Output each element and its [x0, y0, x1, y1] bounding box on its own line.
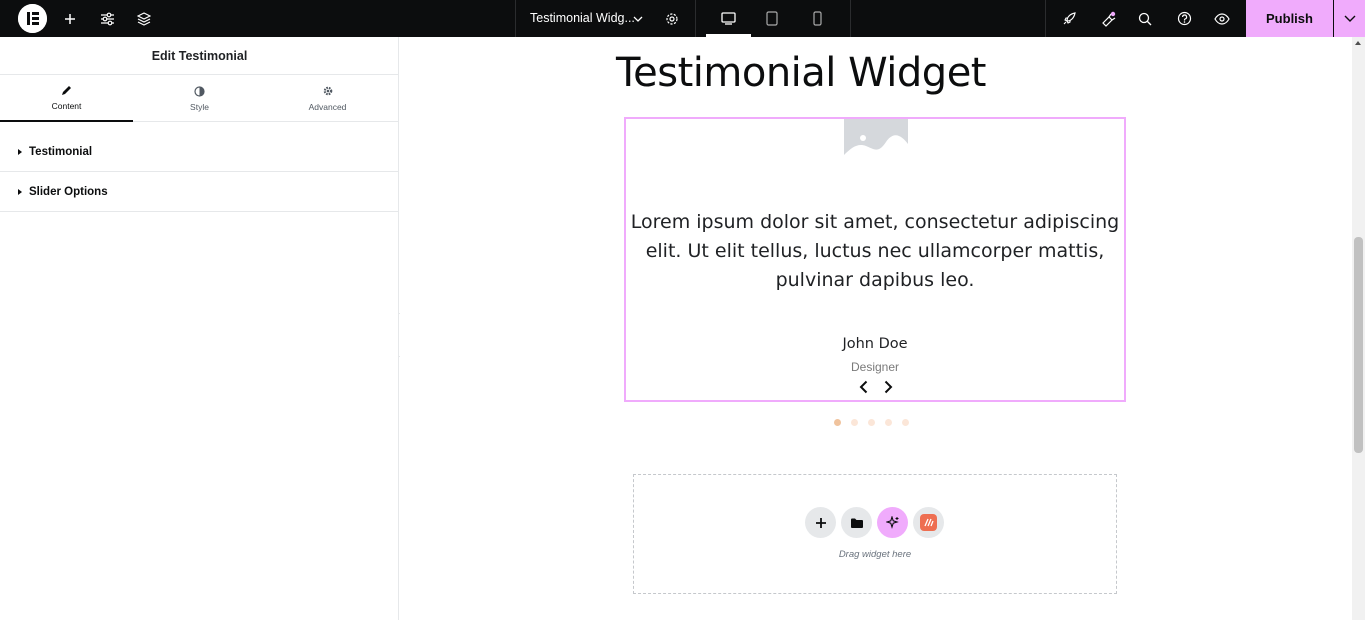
- top-bar: Testimonial Widg... Publish: [0, 0, 1365, 37]
- slider-pagination: [834, 419, 909, 427]
- panel-tabs: Content Style Advanced: [0, 75, 399, 122]
- pencil-icon: [62, 85, 71, 95]
- drop-zone[interactable]: Drag widget here: [633, 474, 1117, 594]
- section-label: Testimonial: [29, 146, 93, 158]
- rocket-icon[interactable]: [1058, 0, 1080, 37]
- testimonial-role: Designer: [850, 360, 900, 374]
- tab-advanced[interactable]: Advanced: [266, 75, 389, 122]
- page-heading[interactable]: Testimonial Widget: [616, 50, 986, 96]
- kit-library-button[interactable]: [913, 507, 944, 538]
- chevron-right-icon: [884, 380, 892, 394]
- tab-content[interactable]: Content: [0, 75, 133, 122]
- tab-label: Content: [51, 100, 82, 111]
- testimonial-name: John Doe: [842, 336, 908, 352]
- scrollbar[interactable]: [1352, 37, 1365, 620]
- pagination-dot[interactable]: [851, 419, 858, 426]
- editor-panel: Edit Testimonial Content Style Advanced …: [0, 37, 399, 620]
- chevron-down-icon: [1344, 15, 1355, 22]
- gear-icon[interactable]: [661, 0, 683, 37]
- elementor-logo-icon[interactable]: [18, 4, 47, 33]
- sliders-icon[interactable]: [95, 0, 119, 37]
- add-template-button[interactable]: [841, 507, 872, 538]
- caret-right-icon: [18, 189, 22, 195]
- plus-icon[interactable]: [58, 0, 82, 37]
- layers-icon[interactable]: [132, 0, 156, 37]
- help-icon[interactable]: [1173, 0, 1195, 37]
- mobile-icon[interactable]: [806, 0, 828, 37]
- tab-label: Advanced: [308, 102, 347, 112]
- scroll-up-arrow-icon[interactable]: [1355, 41, 1361, 45]
- ai-sparkle-icon: [886, 516, 899, 529]
- notifications-icon[interactable]: [1097, 0, 1119, 37]
- tab-label: Style: [190, 101, 209, 112]
- drop-zone-hint: Drag widget here: [838, 549, 912, 560]
- divider: [1045, 0, 1046, 37]
- eye-icon[interactable]: [1211, 0, 1233, 37]
- section-testimonial[interactable]: Testimonial: [0, 133, 399, 172]
- folder-icon: [850, 518, 863, 528]
- tablet-icon[interactable]: [761, 0, 783, 37]
- gear-icon: [323, 86, 332, 96]
- document-title[interactable]: Testimonial Widg...: [530, 0, 635, 37]
- scrollbar-thumb[interactable]: [1354, 237, 1363, 453]
- caret-right-icon: [18, 149, 22, 155]
- divider: [515, 0, 516, 37]
- publish-options-button[interactable]: [1334, 0, 1365, 37]
- divider: [850, 0, 851, 37]
- ai-generate-button[interactable]: [877, 507, 908, 538]
- desktop-icon[interactable]: [706, 0, 751, 37]
- search-icon[interactable]: [1134, 0, 1156, 37]
- chevron-left-icon: [859, 380, 867, 394]
- testimonial-quote: Lorem ipsum dolor sit amet, consectetur …: [630, 211, 1120, 291]
- pagination-dot[interactable]: [868, 419, 875, 426]
- next-slide-button[interactable]: [880, 379, 896, 395]
- publish-button[interactable]: Publish: [1246, 0, 1333, 37]
- pagination-dot[interactable]: [834, 419, 841, 426]
- pagination-dot[interactable]: [902, 419, 909, 426]
- divider: [695, 0, 696, 37]
- testimonial-widget[interactable]: Lorem ipsum dolor sit amet, consectetur …: [624, 117, 1126, 402]
- prev-slide-button[interactable]: [855, 379, 871, 395]
- pagination-dot[interactable]: [885, 419, 892, 426]
- contrast-icon: [194, 85, 205, 97]
- section-label: Slider Options: [29, 186, 108, 198]
- avatar-placeholder-image: [844, 119, 908, 162]
- add-section-button[interactable]: [805, 507, 836, 538]
- chevron-down-icon[interactable]: [630, 0, 646, 37]
- section-slider-options[interactable]: Slider Options: [0, 173, 399, 212]
- panel-title: Edit Testimonial: [0, 37, 399, 75]
- plus-icon: [815, 517, 826, 528]
- tab-style[interactable]: Style: [133, 75, 266, 122]
- kit-icon: [920, 514, 937, 531]
